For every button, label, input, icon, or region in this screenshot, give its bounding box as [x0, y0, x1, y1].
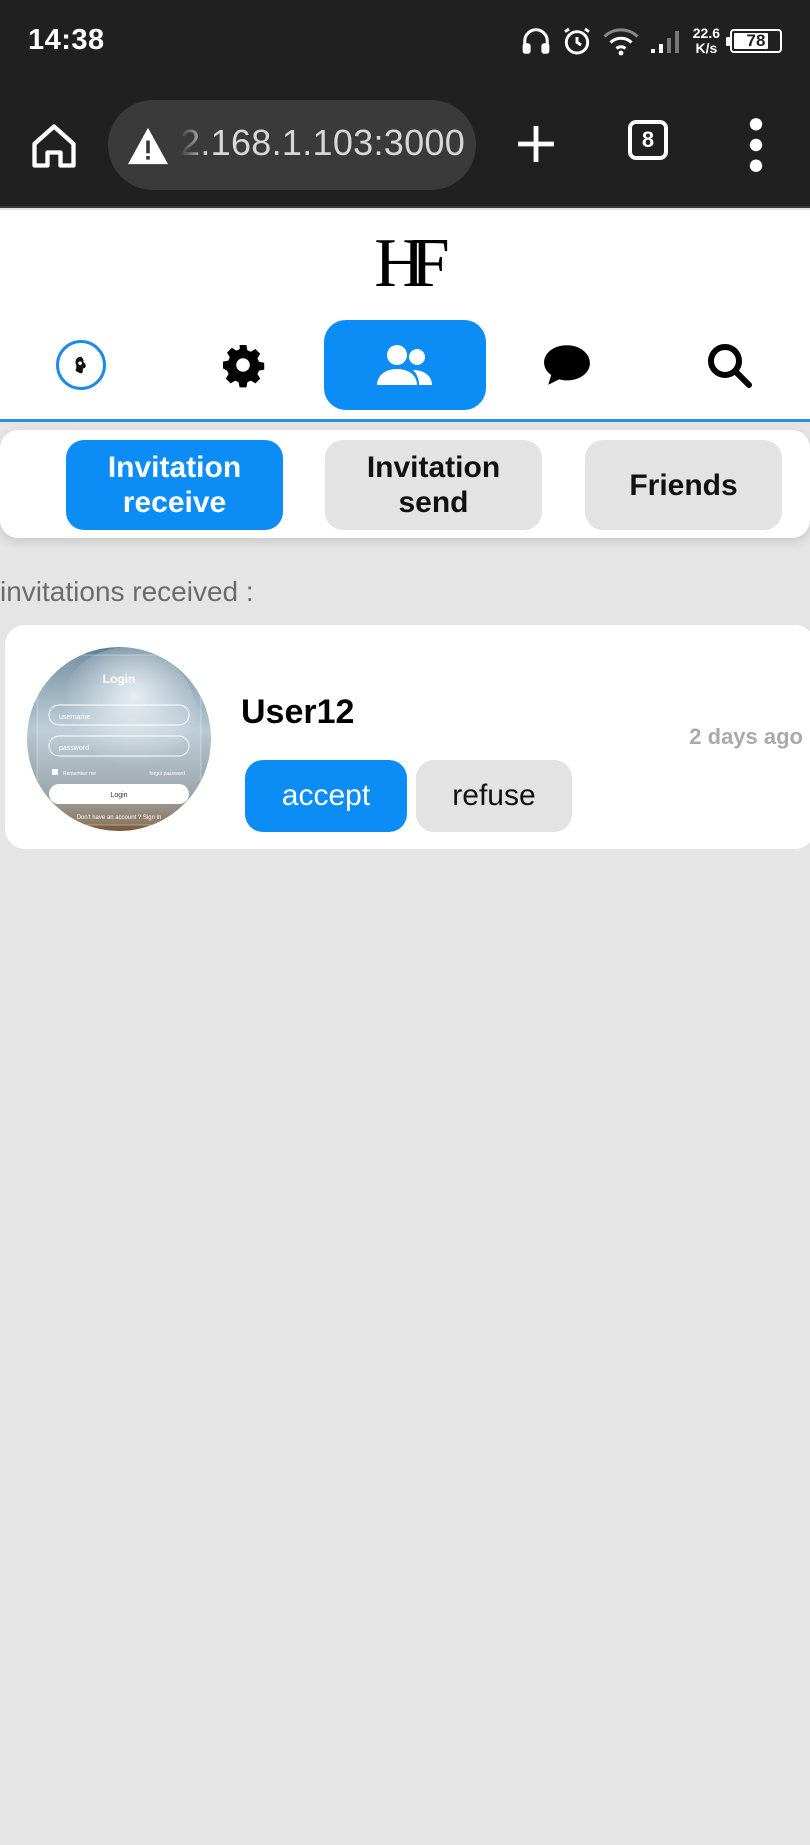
thumb-username: username: [59, 714, 90, 721]
battery-level: 78: [746, 31, 766, 50]
address-bar[interactable]: 2.168.1.103:3000: [108, 100, 476, 190]
nav-settings[interactable]: [162, 320, 324, 410]
status-icons: 22.6 K/s 78: [521, 20, 782, 62]
tab-switcher-button[interactable]: 8: [628, 120, 668, 160]
more-menu-icon[interactable]: [742, 116, 770, 174]
invitation-time: 2 days ago: [689, 724, 803, 749]
search-icon: [708, 344, 752, 388]
thumb-remember: Remember me: [63, 771, 96, 777]
app-header: HF: [0, 210, 810, 422]
section-label: invitations received :: [0, 576, 254, 607]
wifi-icon: [603, 28, 639, 56]
users-icon: [377, 345, 432, 385]
thumb-footer: Don't have an account ? Sign in: [77, 815, 162, 821]
headphones-icon: [522, 28, 550, 54]
avatar-image: Login username password Remember me forg…: [27, 647, 211, 831]
tab-friends[interactable]: Friends: [585, 440, 782, 530]
tab-invitation-send[interactable]: Invitation send: [325, 440, 542, 530]
avatar-icon: [56, 340, 106, 390]
alarm-icon: [563, 27, 590, 55]
friends-subtabs: Invitation receive Invitation send Frien…: [0, 430, 810, 538]
thumb-password: password: [59, 745, 89, 752]
home-icon[interactable]: [28, 120, 80, 172]
new-tab-icon[interactable]: [512, 120, 560, 168]
nav-search[interactable]: [648, 320, 810, 410]
status-bar: 14:38 22.6 K/s 78: [0, 0, 810, 82]
thumb-login-button: Login: [110, 792, 127, 799]
gear-icon: [223, 345, 265, 388]
invitation-card: Login username password Remember me forg…: [5, 625, 810, 849]
url-text[interactable]: 2.168.1.103:3000: [180, 122, 465, 164]
accept-button[interactable]: accept: [245, 760, 407, 832]
chat-bubble-icon: [544, 345, 590, 385]
refuse-button[interactable]: refuse: [416, 760, 572, 832]
status-time: 14:38: [28, 24, 105, 56]
logo: HF: [374, 225, 449, 302]
thumb-title: Login: [103, 672, 136, 686]
browser-toolbar: 2.168.1.103:3000 8: [0, 82, 810, 208]
thumb-forgot: forgot password: [149, 771, 185, 777]
nav-chat[interactable]: [486, 320, 648, 410]
nav-friends[interactable]: [324, 320, 486, 410]
url-fade: [180, 100, 208, 190]
nav-profile[interactable]: [0, 320, 162, 410]
warning-icon[interactable]: [126, 126, 170, 166]
invitation-sender-name: User12: [241, 693, 355, 731]
battery-icon: 78: [726, 29, 782, 53]
tab-invitation-receive[interactable]: Invitation receive: [66, 440, 283, 530]
avatar[interactable]: Login username password Remember me forg…: [27, 647, 211, 831]
network-speed: 22.6 K/s: [692, 25, 720, 56]
signal-icon: [650, 31, 679, 53]
